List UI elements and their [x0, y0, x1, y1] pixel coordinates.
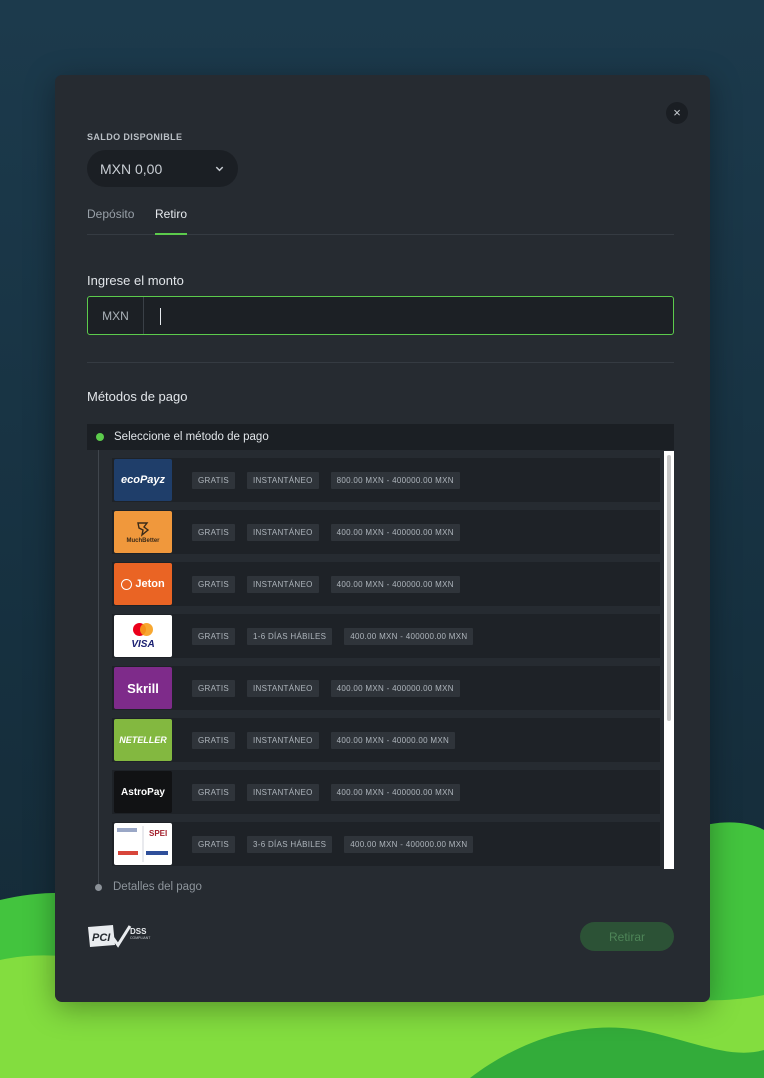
ecopayz-logo: ecoPayz: [114, 459, 172, 501]
tab-withdraw[interactable]: Retiro: [155, 207, 187, 235]
step-select-method-label: Seleccione el método de pago: [114, 431, 269, 443]
scrollbar-thumb[interactable]: [667, 455, 671, 721]
time-badge: INSTANTÁNEO: [247, 783, 319, 801]
pci-dss-logo: PCI DSS COMPLIANT: [88, 925, 151, 948]
payment-method-row[interactable]: AstroPay GRATIS INSTANTÁNEO 400.00 MXN -…: [112, 770, 660, 814]
close-button[interactable]: ×: [666, 102, 688, 124]
mastercard-icon: [133, 623, 153, 636]
text-caret: [160, 308, 161, 325]
spei-logo: SPEI: [114, 823, 172, 865]
step-payment-details-label: Detalles del pago: [113, 881, 202, 893]
limit-badge: 400.00 MXN - 40000.00 MXN: [330, 731, 456, 749]
time-badge: INSTANTÁNEO: [247, 731, 319, 749]
step-active-dot-icon: [96, 433, 104, 441]
jeton-logo: Jeton: [114, 563, 172, 605]
time-badge: 3-6 DÍAS HÁBILES: [247, 835, 333, 853]
payment-method-row[interactable]: Jeton GRATIS INSTANTÁNEO 400.00 MXN - 40…: [112, 562, 660, 606]
time-badge: INSTANTÁNEO: [247, 471, 319, 489]
logo-text: VISA: [131, 639, 155, 650]
step-payment-details: Detalles del pago: [95, 881, 202, 893]
pci-text: PCI: [92, 932, 111, 944]
fee-badge: GRATIS: [192, 835, 235, 853]
limit-badge: 400.00 MXN - 400000.00 MXN: [330, 783, 460, 801]
fee-badge: GRATIS: [192, 575, 235, 593]
divider: [87, 362, 674, 363]
limit-badge: 400.00 MXN - 400000.00 MXN: [344, 835, 474, 853]
logo-text: ecoPayz: [120, 474, 166, 486]
amount-label: Ingrese el monto: [87, 273, 184, 288]
muchbetter-icon: [137, 521, 150, 537]
fee-badge: GRATIS: [192, 679, 235, 697]
payment-method-row[interactable]: Skrill GRATIS INSTANTÁNEO 400.00 MXN - 4…: [112, 666, 660, 710]
amount-input[interactable]: [144, 297, 673, 334]
payment-method-list[interactable]: ecoPayz GRATIS INSTANTÁNEO 800.00 MXN - …: [112, 452, 674, 868]
limit-badge: 800.00 MXN - 400000.00 MXN: [330, 471, 460, 489]
astropay-logo: AstroPay: [114, 771, 172, 813]
payment-method-row[interactable]: MuchBetter GRATIS INSTANTÁNEO 400.00 MXN…: [112, 510, 660, 554]
dss-text: DSS: [130, 927, 147, 936]
fee-badge: GRATIS: [192, 731, 235, 749]
step-connector-line: [98, 450, 99, 888]
currency-prefix: MXN: [88, 297, 144, 334]
payment-methods-label: Métodos de pago: [87, 389, 188, 404]
chevron-down-icon: [215, 166, 224, 172]
withdraw-button[interactable]: Retirar: [580, 922, 674, 951]
limit-badge: 400.00 MXN - 400000.00 MXN: [330, 523, 460, 541]
payment-method-row[interactable]: SPEI GRATIS 3-6 DÍAS HÁBILES 400.00 MXN …: [112, 822, 660, 866]
withdraw-modal: × SALDO DISPONIBLE MXN 0,00 Depósito Ret…: [55, 75, 710, 1002]
skrill-logo: Skrill: [114, 667, 172, 709]
logo-text: SPEI: [149, 829, 168, 838]
payment-method-row[interactable]: ecoPayz GRATIS INSTANTÁNEO 800.00 MXN - …: [112, 458, 660, 502]
jeton-icon: [121, 578, 133, 590]
close-icon: ×: [673, 105, 681, 120]
compliant-text: COMPLIANT: [130, 936, 151, 940]
step-inactive-dot-icon: [95, 883, 102, 891]
time-badge: INSTANTÁNEO: [247, 523, 319, 541]
fee-badge: GRATIS: [192, 523, 235, 541]
logo-text: MuchBetter: [126, 537, 160, 544]
tab-deposit[interactable]: Depósito: [87, 207, 134, 233]
muchbetter-logo: MuchBetter: [114, 511, 172, 553]
balance-dropdown[interactable]: MXN 0,00: [87, 150, 238, 187]
neteller-logo: NETELLER: [114, 719, 172, 761]
limit-badge: 400.00 MXN - 400000.00 MXN: [330, 679, 460, 697]
logo-text: Skrill: [127, 680, 159, 696]
time-badge: 1-6 DÍAS HÁBILES: [247, 627, 333, 645]
payment-method-row[interactable]: NETELLER GRATIS INSTANTÁNEO 400.00 MXN -…: [112, 718, 660, 762]
step-select-method: Seleccione el método de pago: [87, 424, 674, 450]
logo-text: NETELLER: [119, 735, 167, 745]
logo-text: Jeton: [135, 578, 165, 590]
time-badge: INSTANTÁNEO: [247, 575, 319, 593]
limit-badge: 400.00 MXN - 400000.00 MXN: [330, 575, 460, 593]
balance-value: MXN 0,00: [100, 160, 163, 177]
fee-badge: GRATIS: [192, 627, 235, 645]
logo-text: AstroPay: [121, 786, 165, 798]
fee-badge: GRATIS: [192, 471, 235, 489]
list-scrollbar[interactable]: [664, 451, 674, 869]
amount-field[interactable]: MXN: [87, 296, 674, 335]
fee-badge: GRATIS: [192, 783, 235, 801]
visa-mastercard-logo: VISA: [114, 615, 172, 657]
payment-method-row[interactable]: VISA GRATIS 1-6 DÍAS HÁBILES 400.00 MXN …: [112, 614, 660, 658]
limit-badge: 400.00 MXN - 400000.00 MXN: [344, 627, 474, 645]
tab-bar: Depósito Retiro: [87, 207, 674, 235]
balance-label: SALDO DISPONIBLE: [87, 132, 183, 142]
time-badge: INSTANTÁNEO: [247, 679, 319, 697]
